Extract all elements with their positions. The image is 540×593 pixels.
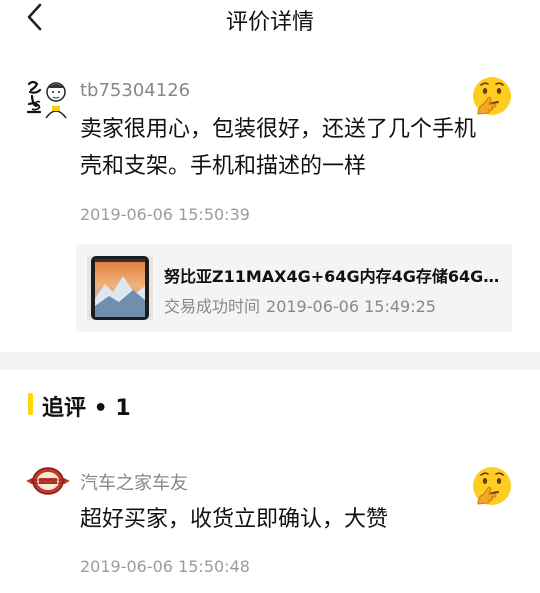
- follow-up-username[interactable]: 汽车之家车友: [80, 469, 188, 495]
- page-title: 评价详情: [225, 10, 314, 35]
- thinking-face-emoji-2: [470, 464, 514, 508]
- follow-up-accent-bar: [28, 393, 33, 415]
- product-title: 努比亚Z11MAX4G+64G内存4G存储64G6...: [164, 267, 504, 286]
- autohome-badge-icon: [26, 467, 70, 495]
- section-divider: [0, 352, 540, 370]
- follow-up-text: 超好买家，收货立即确认，大赞: [80, 507, 389, 532]
- review-time: 2019-06-06 15:50:39: [80, 205, 250, 224]
- follow-up-heading: 追评 • 1: [42, 396, 131, 421]
- review-text-line2: 壳和支架。手机和描述的一样: [80, 154, 367, 179]
- thinking-face-emoji: [470, 74, 514, 118]
- review-text-line1: 卖家很用心，包装很好，还送了几个手机: [80, 117, 477, 142]
- trade-label: 交易成功时间: [164, 297, 261, 316]
- calligraphy-avatar-icon: [24, 76, 68, 120]
- header: 评价详情: [0, 0, 540, 36]
- follow-up-time: 2019-06-06 15:50:48: [80, 557, 250, 576]
- phone-thumbnail: [87, 256, 153, 320]
- follow-up-avatar[interactable]: [26, 461, 70, 501]
- username[interactable]: tb75304126: [80, 80, 190, 101]
- trade-time: 2019-06-06 15:49:25: [266, 297, 436, 316]
- product-card[interactable]: 努比亚Z11MAX4G+64G内存4G存储64G6... 交易成功时间 2019-…: [76, 244, 512, 332]
- trade-info: 交易成功时间 2019-06-06 15:49:25: [164, 293, 442, 317]
- avatar[interactable]: [24, 76, 68, 120]
